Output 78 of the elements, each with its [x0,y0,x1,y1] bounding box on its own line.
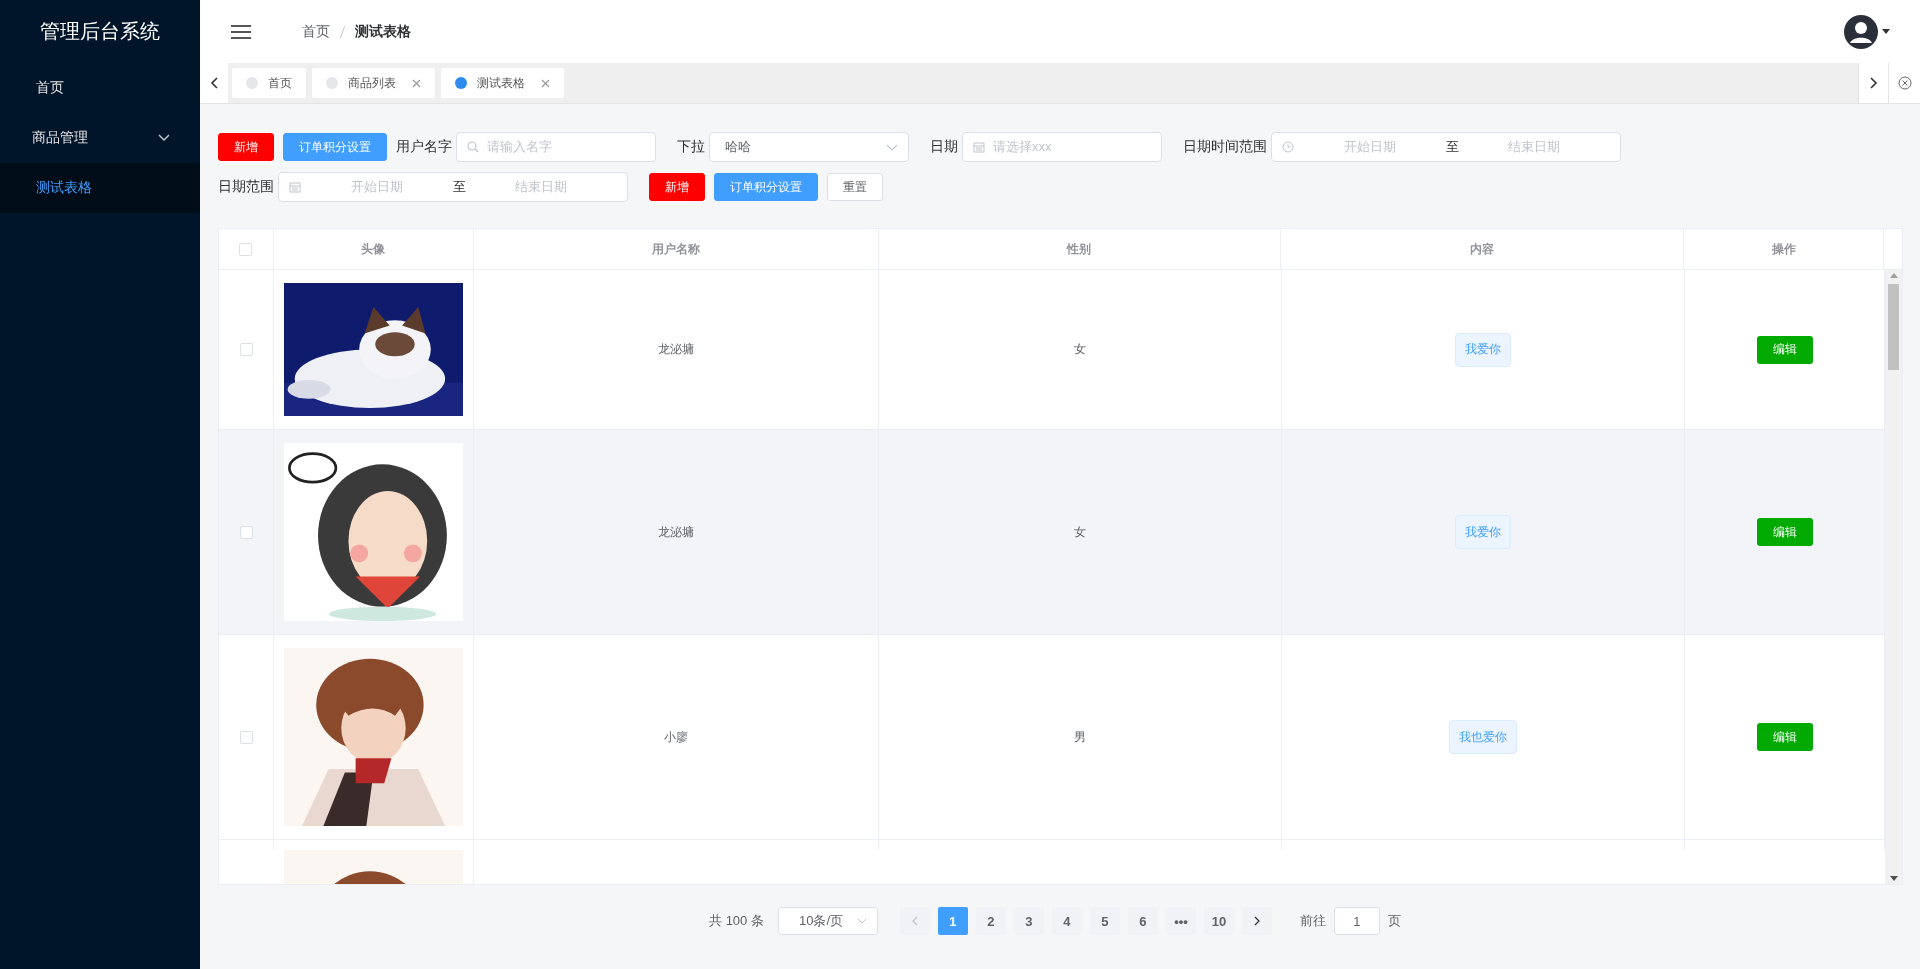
field-label: 下拉 [677,138,705,156]
chevron-down-icon [856,918,867,924]
search-icon [467,141,479,153]
reset-button[interactable]: 重置 [827,173,883,201]
gender: 男 [1074,728,1086,746]
calendar-icon [973,141,985,153]
chevron-down-icon [158,134,170,142]
sidebar-item[interactable]: 首页 [0,63,200,113]
checkbox[interactable] [239,242,253,256]
page-unit-label: 页 [1387,912,1401,930]
field-label: 日期 [930,138,958,156]
content-tag: 我也爱你 [1449,720,1517,754]
column-header: 头像 [273,229,474,269]
sidebar-item[interactable]: 测试表格 [0,163,200,213]
go-to-label: 前往 [1299,912,1326,930]
app-title: 管理后台系统 [39,19,161,44]
page-button[interactable]: 3 [1013,907,1044,935]
date-range-field[interactable]: 开始日期 至 结束日期 [1271,132,1621,162]
date-range-field[interactable]: 开始日期 至 结束日期 [278,172,628,202]
chevron-left-icon [210,77,218,89]
column-header: 内容 [1281,229,1685,269]
menu-icon[interactable] [230,23,252,40]
field-label: 日期时间范围 [1183,138,1267,156]
field-label: 用户名字 [396,138,452,156]
edit-button[interactable]: 编辑 [1756,723,1813,751]
page-button[interactable]: 2 [975,907,1006,935]
tab[interactable]: 测试表格 [441,68,564,98]
column-header: 用户名称 [473,229,879,269]
page-button[interactable]: 6 [1127,907,1158,935]
triangle-down-icon[interactable] [1889,876,1898,881]
table-row[interactable]: 龙泌墉 女 我爱你 编辑 [219,430,1885,635]
close-circle-icon [1897,76,1912,90]
chevron-right-icon [1869,77,1878,89]
close-icon[interactable] [541,78,550,88]
chevron-down-icon [886,143,898,151]
table-row[interactable]: 小廖 男 我也爱你 编辑 [219,635,1885,840]
edit-button[interactable]: 编辑 [1756,518,1813,546]
breadcrumb-item[interactable]: 首页 [302,22,330,41]
triangle-up-icon[interactable] [1889,273,1898,278]
page-button[interactable]: 10 [1203,907,1234,935]
action-button[interactable]: 新增 [218,133,274,161]
tab[interactable]: 首页 [232,68,306,98]
page-button[interactable]: 4 [1051,907,1082,935]
user-name: 小廖 [664,728,688,746]
checkbox[interactable] [239,525,253,539]
chevron-left-icon [911,916,918,926]
gender: 女 [1074,341,1086,358]
scrollbar-thumb[interactable] [1888,284,1899,370]
total-count: 共 100 条 [709,912,764,930]
next-page-button[interactable] [1241,907,1272,935]
table-row[interactable]: 龙泌墉 女 我爱你 编辑 [219,270,1885,430]
checkbox[interactable] [239,730,253,744]
tab[interactable]: 商品列表 [312,68,435,98]
column-header: 性别 [878,229,1282,269]
breadcrumb-item: 测试表格 [355,22,411,41]
clock-icon [1282,141,1294,153]
select-field[interactable]: 哈哈 [709,132,909,162]
page-button[interactable]: 5 [1089,907,1120,935]
action-button[interactable]: 新增 [649,173,705,201]
user-name: 龙泌墉 [658,523,694,541]
sidebar-item[interactable]: 商品管理 [0,113,200,163]
page-number-field[interactable]: 1 [1333,907,1380,935]
checkbox[interactable] [239,343,253,356]
caret-icon[interactable] [1882,29,1890,34]
scrollbar[interactable] [1885,270,1902,884]
page-button[interactable]: ••• [1165,907,1196,935]
avatar-icon[interactable] [1844,14,1878,49]
column-header: 操作 [1684,229,1884,269]
field-label: 日期范围 [218,178,274,196]
page-size-select[interactable]: 10条/页 [777,907,878,935]
calendar-icon [289,181,301,193]
content-tag: 我爱你 [1455,332,1511,367]
content-tag: 我爱你 [1455,515,1511,549]
user-name: 龙泌墉 [658,341,694,358]
close-icon[interactable] [412,78,421,88]
edit-button[interactable]: 编辑 [1756,335,1813,364]
gender: 女 [1074,523,1086,541]
chevron-right-icon [1253,916,1260,926]
